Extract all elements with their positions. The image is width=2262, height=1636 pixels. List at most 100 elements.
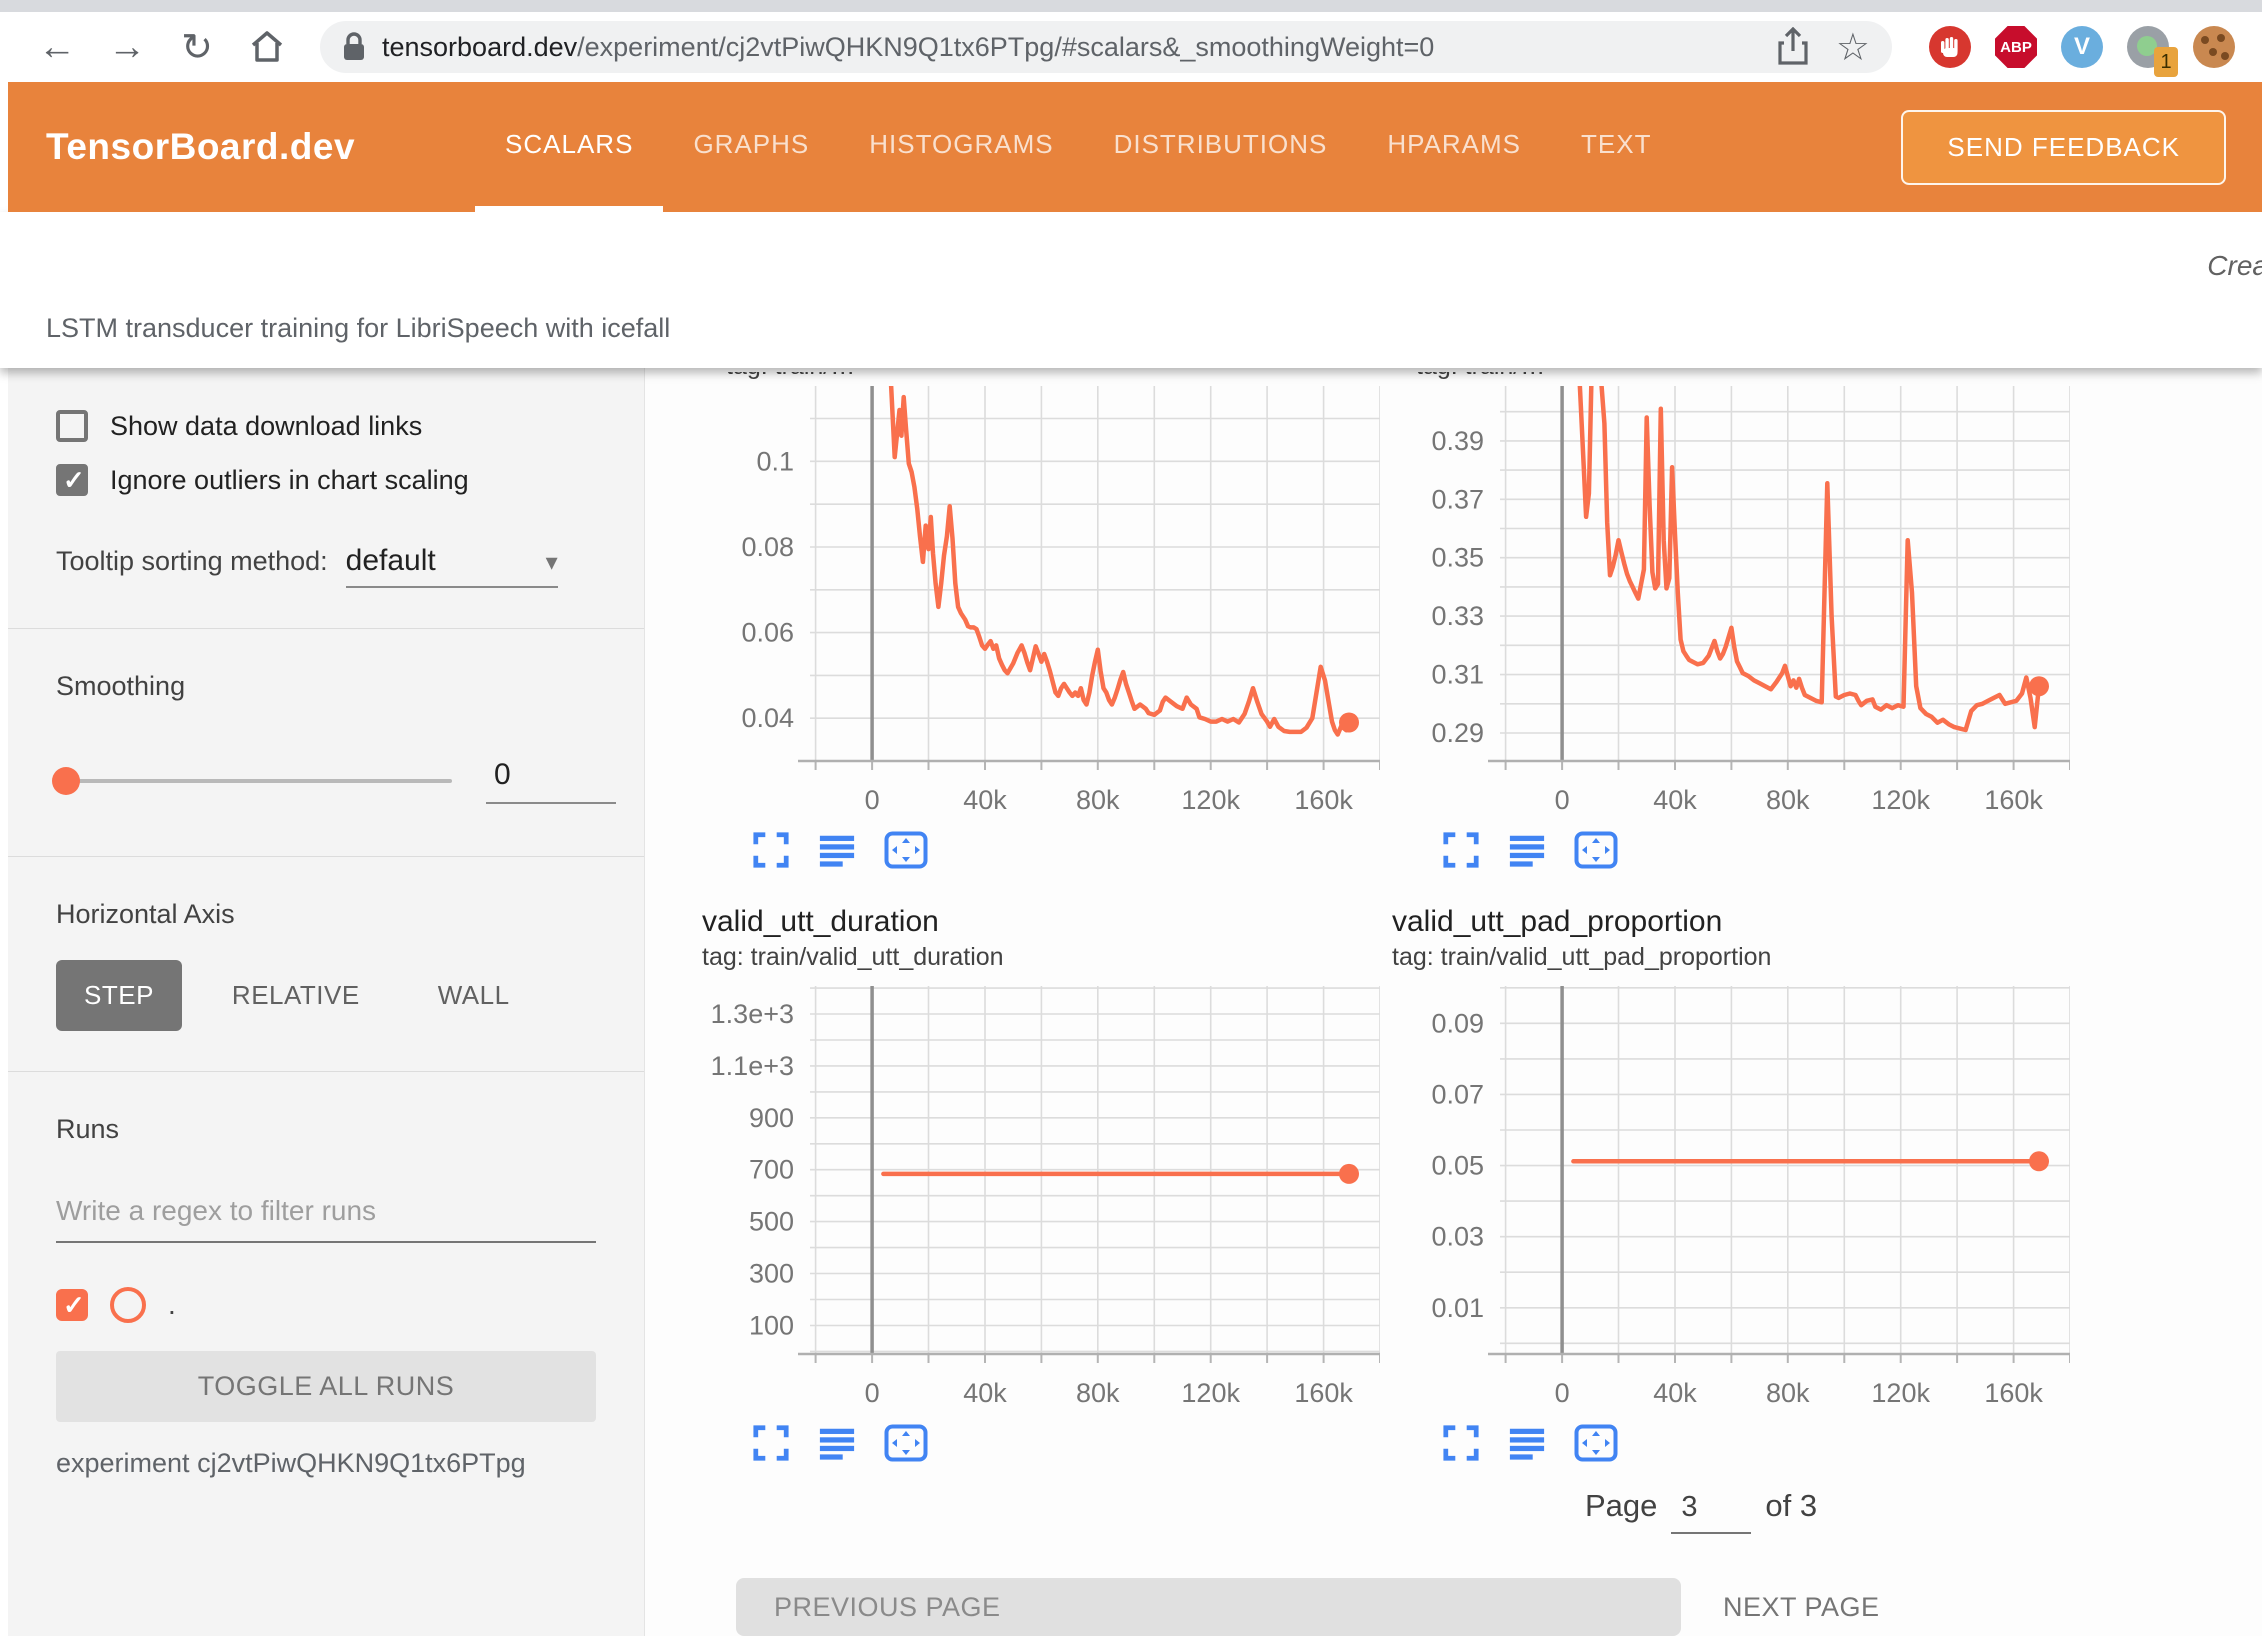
runs-label: Runs xyxy=(56,1114,616,1145)
tab-hparams[interactable]: HPARAMS xyxy=(1357,82,1551,212)
fit-domain-icon[interactable] xyxy=(1574,831,1618,869)
page-of-label: of 3 xyxy=(1765,1488,1817,1524)
svg-text:0.01: 0.01 xyxy=(1431,1293,1484,1323)
fit-domain-icon[interactable] xyxy=(1574,1424,1618,1462)
run-item[interactable]: ✓ . xyxy=(56,1287,616,1323)
ignore-outliers-checkbox[interactable]: ✓ xyxy=(56,464,88,496)
data-table-icon[interactable] xyxy=(1508,831,1546,869)
step-button[interactable]: STEP xyxy=(56,960,182,1031)
svg-text:160k: 160k xyxy=(1294,1378,1353,1408)
toggle-all-runs-button[interactable]: TOGGLE ALL RUNS xyxy=(56,1351,596,1422)
tab-distributions[interactable]: DISTRIBUTIONS xyxy=(1084,82,1358,212)
page-number-input[interactable]: 3 xyxy=(1671,1491,1751,1534)
svg-text:0.37: 0.37 xyxy=(1431,484,1484,514)
notification-badge: 1 xyxy=(2154,47,2178,77)
reload-icon[interactable]: ↻ xyxy=(166,19,228,75)
lock-icon[interactable] xyxy=(342,32,366,62)
page-label: Page xyxy=(1585,1488,1657,1524)
svg-text:0.29: 0.29 xyxy=(1431,718,1484,748)
svg-text:120k: 120k xyxy=(1871,1378,1930,1408)
show-download-links-row[interactable]: ✓ Show data download links xyxy=(56,410,616,442)
svg-text:0.06: 0.06 xyxy=(741,618,794,648)
share-icon[interactable] xyxy=(1776,27,1810,67)
cookie-extension-icon[interactable] xyxy=(2192,25,2236,69)
chart2-plot[interactable]: 0.290.310.330.350.370.39040k80k120k160k xyxy=(1390,386,2070,821)
tab-histograms[interactable]: HISTOGRAMS xyxy=(839,82,1083,212)
browser-toolbar: ← → ↻ tensorboard.dev/experiment/cj2vtPi… xyxy=(0,12,2262,82)
svg-text:0.08: 0.08 xyxy=(741,532,794,562)
wall-button[interactable]: WALL xyxy=(410,960,538,1031)
profile-extension-icon[interactable]: 1 xyxy=(2126,25,2170,69)
horizontal-axis-options: STEP RELATIVE WALL xyxy=(56,960,616,1031)
svg-text:0.39: 0.39 xyxy=(1431,426,1484,456)
v-extension-icon[interactable]: V xyxy=(2060,25,2104,69)
relative-button[interactable]: RELATIVE xyxy=(204,960,388,1031)
tab-text[interactable]: TEXT xyxy=(1551,82,1681,212)
settings-sidebar: ✓ Show data download links ✓ Ignore outl… xyxy=(8,368,645,1636)
slider-thumb[interactable] xyxy=(52,767,80,795)
extension-icons: ABP V 1 xyxy=(1928,25,2236,69)
tensorboard-logo: TensorBoard.dev xyxy=(46,126,355,168)
ignore-outliers-row[interactable]: ✓ Ignore outliers in chart scaling xyxy=(56,464,616,496)
created-text-clipped: Crea xyxy=(2207,250,2262,282)
svg-text:1.1e+3: 1.1e+3 xyxy=(711,1051,794,1081)
chevron-down-icon: ▾ xyxy=(546,548,558,577)
chart1-plot[interactable]: 0.040.060.080.1040k80k120k160k xyxy=(700,386,1380,821)
adblock-plus-extension-icon[interactable]: ABP xyxy=(1994,25,2038,69)
tab-scalars[interactable]: SCALARS xyxy=(475,82,663,212)
svg-text:80k: 80k xyxy=(1766,785,1810,815)
svg-text:100: 100 xyxy=(749,1311,794,1341)
svg-text:120k: 120k xyxy=(1181,1378,1240,1408)
smoothing-slider[interactable] xyxy=(56,779,452,783)
ignore-outliers-label: Ignore outliers in chart scaling xyxy=(110,465,469,496)
pagination: Page 3 of 3 xyxy=(1585,1488,2262,1534)
chart4-title: valid_utt_pad_proportion xyxy=(1392,905,2080,939)
data-table-icon[interactable] xyxy=(818,831,856,869)
horizontal-axis-label: Horizontal Axis xyxy=(56,899,616,930)
bookmark-star-icon[interactable]: ☆ xyxy=(1836,25,1870,70)
svg-text:80k: 80k xyxy=(1076,1378,1120,1408)
next-page-button[interactable]: NEXT PAGE xyxy=(1717,1591,1886,1624)
run-color-swatch xyxy=(110,1287,146,1323)
previous-page-button[interactable]: PREVIOUS PAGE xyxy=(736,1578,1681,1636)
fullscreen-icon[interactable] xyxy=(752,831,790,869)
url-bar[interactable]: tensorboard.dev/experiment/cj2vtPiwQHKN9… xyxy=(320,21,1892,73)
data-table-icon[interactable] xyxy=(1508,1424,1546,1462)
chart2-tag-clipped: tag: train/… xyxy=(1416,372,1545,381)
fullscreen-icon[interactable] xyxy=(1442,831,1480,869)
home-icon[interactable] xyxy=(236,19,298,75)
svg-text:0.31: 0.31 xyxy=(1431,660,1484,690)
fullscreen-icon[interactable] xyxy=(752,1424,790,1462)
chart3-tag: tag: train/valid_utt_duration xyxy=(702,943,1390,972)
experiment-id-text: experiment cj2vtPiwQHKN9Q1tx6PTpg xyxy=(56,1448,616,1479)
svg-text:80k: 80k xyxy=(1766,1378,1810,1408)
fit-domain-icon[interactable] xyxy=(884,1424,928,1462)
fullscreen-icon[interactable] xyxy=(1442,1424,1480,1462)
svg-text:0.03: 0.03 xyxy=(1431,1222,1484,1252)
send-feedback-button[interactable]: SEND FEEDBACK xyxy=(1901,110,2226,185)
chart4-plot[interactable]: 0.010.030.050.070.09040k80k120k160k xyxy=(1390,986,2070,1414)
smoothing-value-input[interactable]: 0 xyxy=(486,758,616,804)
run-checkbox[interactable]: ✓ xyxy=(56,1289,88,1321)
stop-hand-extension-icon[interactable] xyxy=(1928,25,1972,69)
svg-text:160k: 160k xyxy=(1984,1378,2043,1408)
chart-card-4: valid_utt_pad_proportion tag: train/vali… xyxy=(1390,869,2080,1462)
back-icon[interactable]: ← xyxy=(26,19,88,75)
svg-text:120k: 120k xyxy=(1181,785,1240,815)
data-table-icon[interactable] xyxy=(818,1424,856,1462)
screen: ← → ↻ tensorboard.dev/experiment/cj2vtPi… xyxy=(0,0,2262,1636)
tab-graphs[interactable]: GRAPHS xyxy=(663,82,839,212)
svg-text:0: 0 xyxy=(865,785,880,815)
chart3-plot[interactable]: 1003005007009001.1e+31.3e+3040k80k120k16… xyxy=(700,986,1380,1414)
svg-text:0.35: 0.35 xyxy=(1431,543,1484,573)
tooltip-sorting-dropdown[interactable]: default ▾ xyxy=(346,544,558,588)
fit-domain-icon[interactable] xyxy=(884,831,928,869)
forward-icon[interactable]: → xyxy=(96,19,158,75)
runs-filter-input[interactable]: Write a regex to filter runs xyxy=(56,1195,596,1243)
svg-text:40k: 40k xyxy=(1653,1378,1697,1408)
chart-card-1: tag: train/… 0.040.060.080.1040k80k120k1… xyxy=(700,372,1390,869)
svg-text:500: 500 xyxy=(749,1207,794,1237)
show-download-links-checkbox[interactable]: ✓ xyxy=(56,410,88,442)
svg-text:0: 0 xyxy=(865,1378,880,1408)
svg-text:160k: 160k xyxy=(1294,785,1353,815)
